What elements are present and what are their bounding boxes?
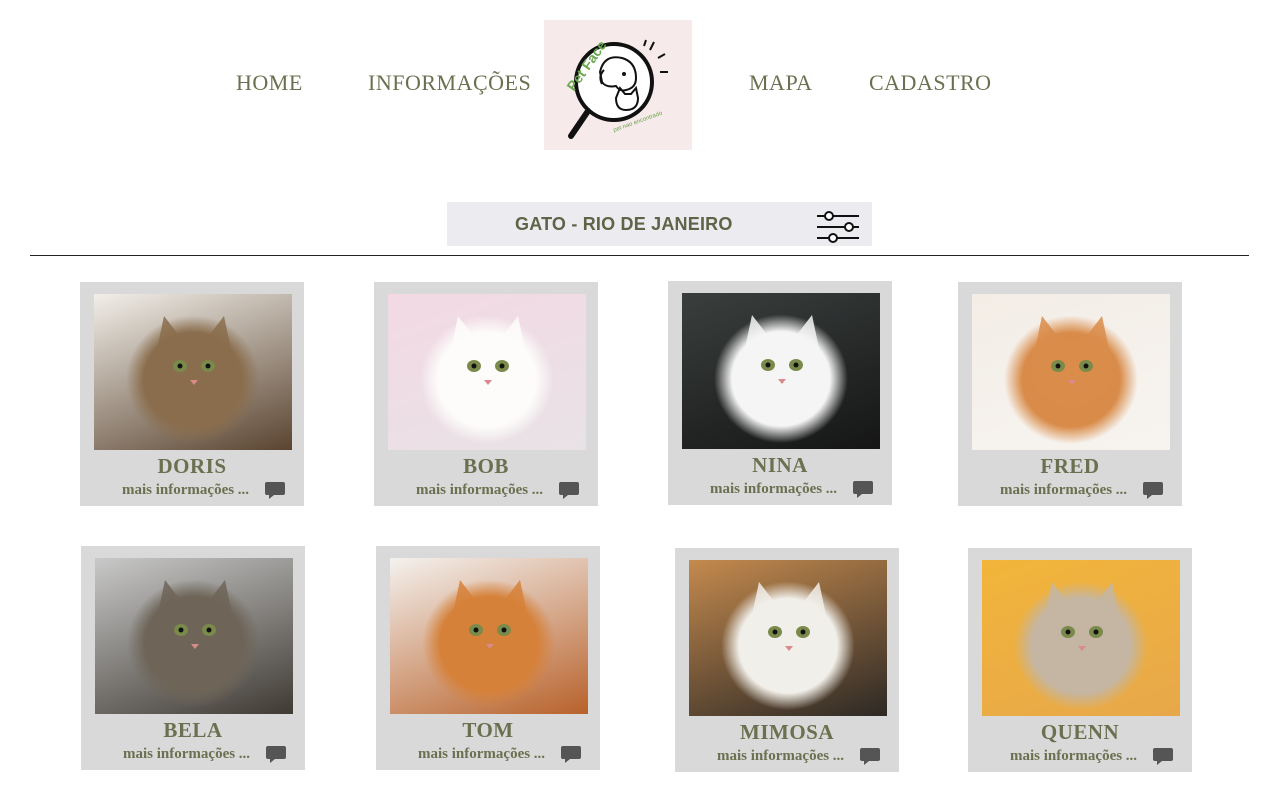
pet-name: FRED <box>1040 454 1100 478</box>
more-info-link[interactable]: mais informações ... <box>1000 482 1127 499</box>
pet-photo[interactable] <box>95 558 293 714</box>
divider <box>30 255 1249 256</box>
pet-card[interactable]: TOM mais informações ... <box>376 546 600 770</box>
pet-card[interactable]: MIMOSA mais informações ... <box>675 548 899 772</box>
more-info-link[interactable]: mais informações ... <box>418 746 545 763</box>
more-info-link[interactable]: mais informações ... <box>1010 748 1137 765</box>
pet-card[interactable]: FRED mais informações ... <box>958 282 1182 506</box>
nav-cadastro[interactable]: CADASTRO <box>869 70 992 96</box>
pet-face-logo[interactable]: Pet Face pet nao encontrado <box>544 20 692 150</box>
pet-name: MIMOSA <box>740 720 834 744</box>
pet-photo[interactable] <box>689 560 887 716</box>
more-info-link[interactable]: mais informações ... <box>710 481 837 498</box>
chat-icon[interactable] <box>558 481 580 501</box>
chat-icon[interactable] <box>265 745 287 765</box>
filter-bar[interactable]: GATO - RIO DE JANEIRO <box>447 202 872 246</box>
more-info-link[interactable]: mais informações ... <box>717 748 844 765</box>
pet-card[interactable]: QUENN mais informações ... <box>968 548 1192 772</box>
filter-label: GATO - RIO DE JANEIRO <box>515 214 733 234</box>
pet-name: QUENN <box>1040 720 1120 744</box>
nav-mapa[interactable]: MAPA <box>749 70 813 96</box>
magnifier-pet-logo-icon: Pet Face pet nao encontrado <box>563 37 668 139</box>
pet-photo[interactable] <box>94 294 292 450</box>
more-info-link[interactable]: mais informações ... <box>123 746 250 763</box>
pet-name: BELA <box>163 718 223 742</box>
pet-card[interactable]: NINA mais informações ... <box>668 281 892 505</box>
pet-name: DORIS <box>157 454 227 478</box>
pet-name: TOM <box>462 718 514 742</box>
sliders-icon[interactable] <box>815 207 861 245</box>
more-info-link[interactable]: mais informações ... <box>416 482 543 499</box>
pet-card[interactable]: DORIS mais informações ... <box>80 282 304 506</box>
more-info-link[interactable]: mais informações ... <box>122 482 249 499</box>
pet-name: BOB <box>463 454 509 478</box>
chat-icon[interactable] <box>1152 747 1174 767</box>
pet-card[interactable]: BELA mais informações ... <box>81 546 305 770</box>
chat-icon[interactable] <box>264 481 286 501</box>
nav-home[interactable]: HOME <box>236 70 303 96</box>
pet-photo[interactable] <box>390 558 588 714</box>
nav-informacoes[interactable]: INFORMAÇÕES <box>368 70 531 96</box>
pet-photo[interactable] <box>982 560 1180 716</box>
pet-name: NINA <box>752 453 808 477</box>
pet-photo[interactable] <box>972 294 1170 450</box>
chat-icon[interactable] <box>560 745 582 765</box>
chat-icon[interactable] <box>1142 481 1164 501</box>
chat-icon[interactable] <box>852 480 874 500</box>
pet-card[interactable]: BOB mais informações ... <box>374 282 598 506</box>
chat-icon[interactable] <box>859 747 881 767</box>
pet-photo[interactable] <box>682 293 880 449</box>
pet-photo[interactable] <box>388 294 586 450</box>
